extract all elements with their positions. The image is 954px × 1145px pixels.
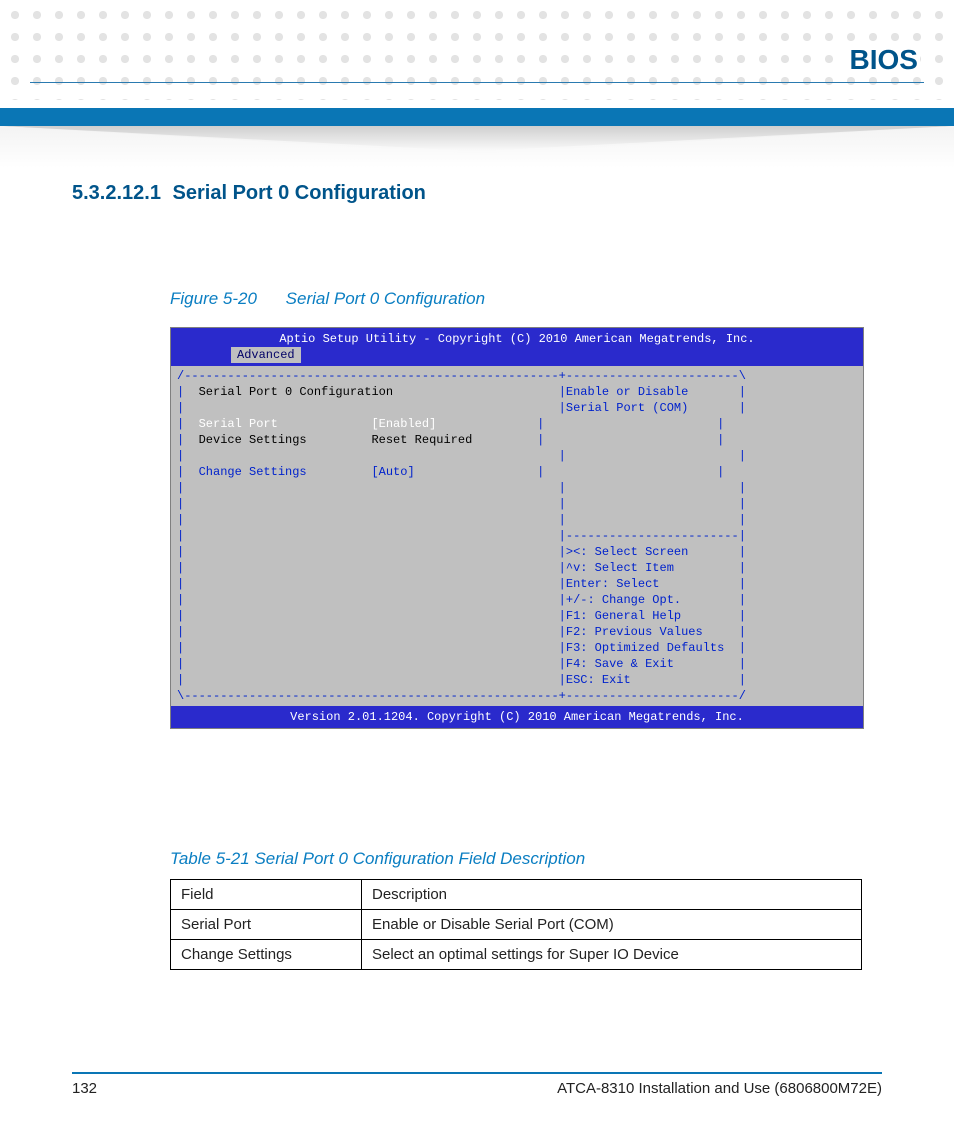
bios-tab-row: Advanced bbox=[171, 347, 863, 366]
blue-bar bbox=[0, 108, 954, 126]
bios-item-value: Reset Required bbox=[371, 433, 472, 447]
page-number: 132 bbox=[72, 1080, 97, 1097]
bios-nav-line: ^v: Select Item bbox=[566, 561, 674, 575]
table-cell: Enable or Disable Serial Port (COM) bbox=[362, 910, 862, 940]
bios-help-line: Serial Port (COM) bbox=[566, 401, 688, 415]
table-caption-id: Table 5-21 bbox=[170, 849, 250, 868]
bios-body: /---------------------------------------… bbox=[171, 366, 863, 706]
bios-item-value: [Auto] bbox=[371, 465, 414, 479]
bios-nav-line: F2: Previous Values bbox=[566, 625, 703, 639]
table-caption: Table 5-21 Serial Port 0 Configuration F… bbox=[170, 849, 882, 869]
table-cell: Change Settings bbox=[171, 940, 362, 970]
bios-item-label: Change Settings bbox=[199, 465, 307, 479]
table-row: Serial Port Enable or Disable Serial Por… bbox=[171, 910, 862, 940]
table-header-cell: Description bbox=[362, 880, 862, 910]
footer-rule bbox=[72, 1072, 882, 1074]
bios-screen-title: Serial Port 0 Configuration bbox=[199, 385, 393, 399]
header-title: BIOS bbox=[842, 44, 920, 75]
field-description-table: Field Description Serial Port Enable or … bbox=[170, 879, 862, 970]
page-footer: 132 ATCA-8310 Installation and Use (6806… bbox=[72, 1072, 882, 1097]
figure-id: Figure 5-20 bbox=[170, 289, 257, 308]
table-cell: Select an optimal settings for Super IO … bbox=[362, 940, 862, 970]
bios-help-line: Enable or Disable bbox=[566, 385, 688, 399]
table-row: Field Description bbox=[171, 880, 862, 910]
header-rule bbox=[30, 82, 924, 83]
section-heading: 5.3.2.12.1 Serial Port 0 Configuration bbox=[72, 182, 882, 205]
bios-nav-line: ><: Select Screen bbox=[566, 545, 688, 559]
bios-item-value: [Enabled] bbox=[371, 417, 436, 431]
bios-bottom-bar: Version 2.01.1204. Copyright (C) 2010 Am… bbox=[171, 706, 863, 728]
document-id: ATCA-8310 Installation and Use (6806800M… bbox=[557, 1080, 882, 1097]
section-number: 5.3.2.12.1 bbox=[72, 182, 161, 204]
table-cell: Serial Port bbox=[171, 910, 362, 940]
bios-screenshot: Aptio Setup Utility - Copyright (C) 2010… bbox=[170, 327, 864, 729]
bios-nav-line: ESC: Exit bbox=[566, 673, 631, 687]
section-title: Serial Port 0 Configuration bbox=[173, 182, 426, 204]
bios-nav-line: Enter: Select bbox=[566, 577, 660, 591]
table-row: Change Settings Select an optimal settin… bbox=[171, 940, 862, 970]
bios-item-label: Device Settings bbox=[199, 433, 307, 447]
header-title-container: BIOS bbox=[34, 44, 920, 80]
table-header-cell: Field bbox=[171, 880, 362, 910]
bios-nav-line: F4: Save & Exit bbox=[566, 657, 674, 671]
figure-caption: Figure 5-20 Serial Port 0 Configuration bbox=[170, 289, 882, 309]
figure-title: Serial Port 0 Configuration bbox=[286, 289, 485, 308]
table-caption-title: Serial Port 0 Configuration Field Descri… bbox=[254, 849, 585, 868]
bios-item-label: Serial Port bbox=[199, 417, 278, 431]
bios-nav-line: F1: General Help bbox=[566, 609, 681, 623]
bios-nav-line: F3: Optimized Defaults bbox=[566, 641, 724, 655]
bios-top-bar: Aptio Setup Utility - Copyright (C) 2010… bbox=[171, 328, 863, 347]
bios-nav-line: +/-: Change Opt. bbox=[566, 593, 681, 607]
bios-tab-advanced: Advanced bbox=[231, 347, 301, 363]
